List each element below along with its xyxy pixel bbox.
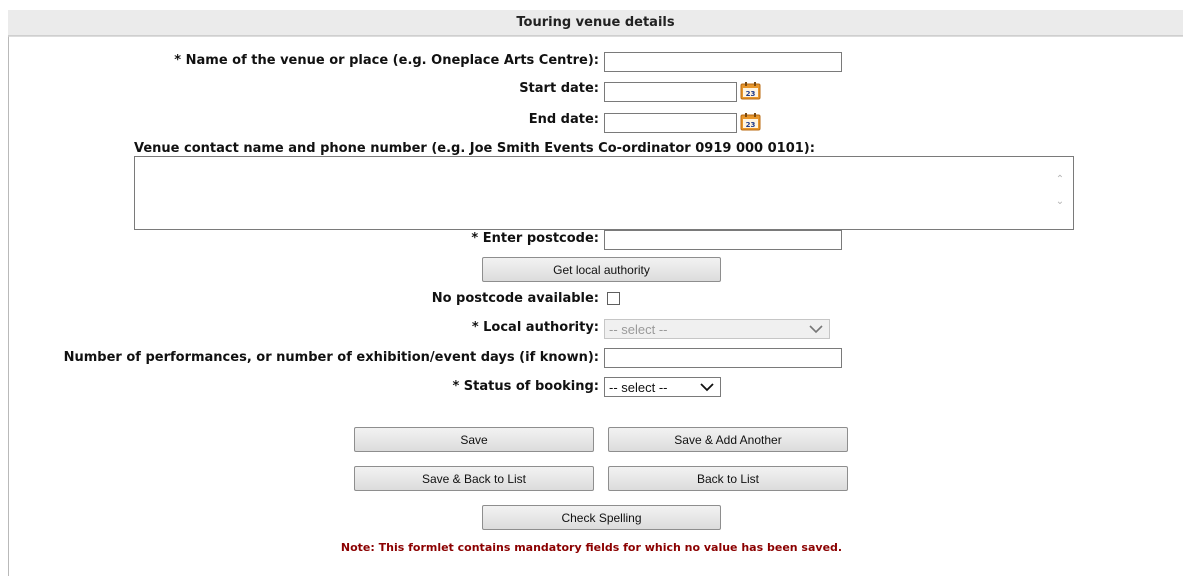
venue-name-input[interactable] xyxy=(604,52,842,72)
calendar-icon-day: 23 xyxy=(746,90,756,98)
status-select[interactable]: -- select -- xyxy=(604,377,721,397)
local-authority-select[interactable]: -- select -- xyxy=(604,319,830,339)
section-title: Touring venue details xyxy=(516,15,675,30)
end-date-input[interactable] xyxy=(604,113,737,133)
chevron-down-icon xyxy=(809,325,823,334)
postcode-label: * Enter postcode: xyxy=(471,231,599,246)
postcode-input[interactable] xyxy=(604,230,842,250)
back-to-list-button[interactable]: Back to List xyxy=(608,466,848,491)
calendar-icon-day: 23 xyxy=(746,121,756,129)
performances-label: Number of performances, or number of exh… xyxy=(63,350,599,365)
end-date-label: End date: xyxy=(528,112,599,127)
save-button[interactable]: Save xyxy=(354,427,594,452)
local-authority-label: * Local authority: xyxy=(471,320,599,335)
mandatory-note: Note: This formlet contains mandatory fi… xyxy=(340,541,843,554)
save-add-another-button[interactable]: Save & Add Another xyxy=(608,427,848,452)
chevron-down-icon xyxy=(700,383,714,392)
scroll-up-icon[interactable]: ⌃ xyxy=(1053,175,1067,185)
get-local-authority-button[interactable]: Get local authority xyxy=(482,257,721,282)
calendar-icon[interactable]: 23 xyxy=(740,81,761,100)
scroll-down-icon[interactable]: ⌄ xyxy=(1053,197,1067,207)
contact-label: Venue contact name and phone number (e.g… xyxy=(134,141,815,156)
performances-input[interactable] xyxy=(604,348,842,368)
check-spelling-button[interactable]: Check Spelling xyxy=(482,505,721,530)
status-label: * Status of booking: xyxy=(452,379,599,394)
calendar-icon[interactable]: 23 xyxy=(740,112,761,131)
local-authority-value: -- select -- xyxy=(609,321,668,337)
venue-name-label: * Name of the venue or place (e.g. Onepl… xyxy=(174,53,599,68)
start-date-label: Start date: xyxy=(519,81,599,96)
no-postcode-checkbox[interactable] xyxy=(607,292,620,305)
status-value: -- select -- xyxy=(609,379,668,395)
no-postcode-label: No postcode available: xyxy=(431,291,599,306)
save-back-to-list-button[interactable]: Save & Back to List xyxy=(354,466,594,491)
section-header: Touring venue details xyxy=(8,10,1183,36)
start-date-input[interactable] xyxy=(604,82,737,102)
contact-textarea[interactable]: ⌃ ⌄ xyxy=(134,156,1074,230)
